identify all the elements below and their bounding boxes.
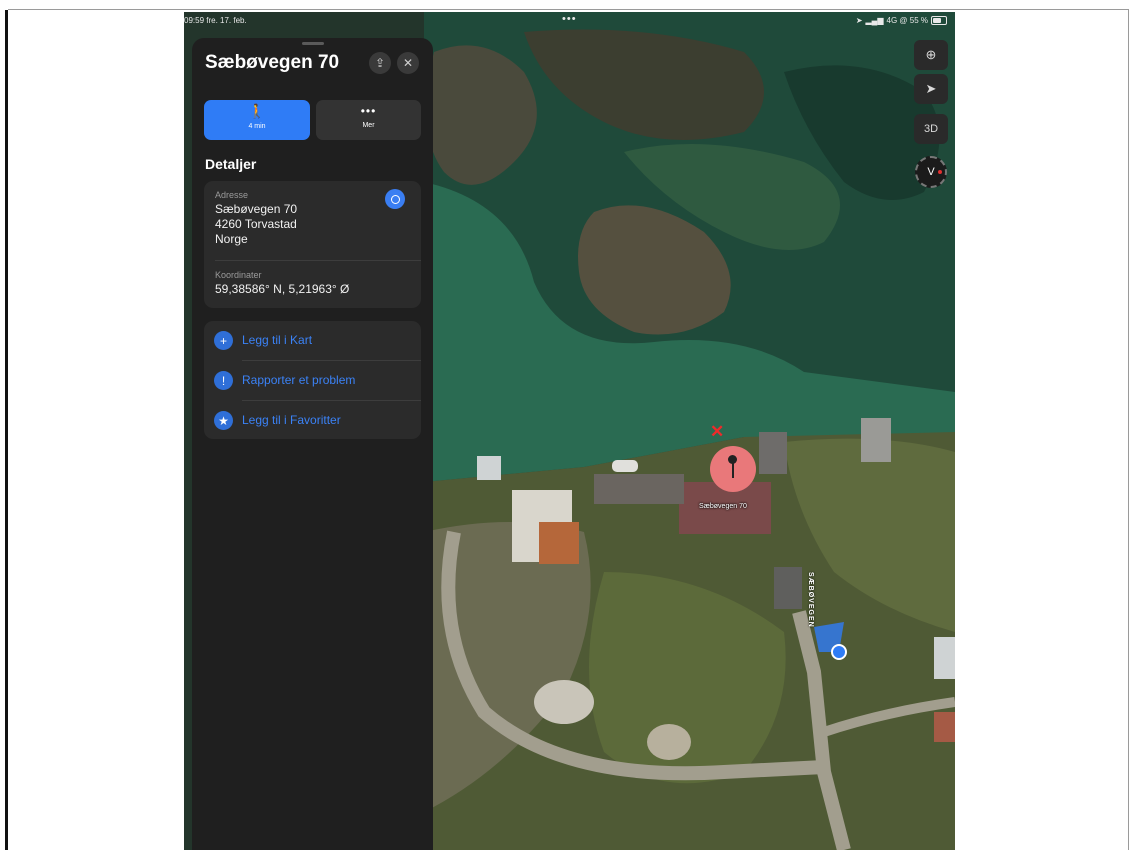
place-title: Sæbøvegen 70 xyxy=(205,52,340,73)
place-card-panel: Sæbøvegen 70 ⇪ ✕ 🚶 4 min ••• Mer Detalje… xyxy=(192,38,433,850)
ipad-screen: 09:59 fre. 17. feb. ••• ➤ ▂▄▆ 4G @ 55 % … xyxy=(184,12,955,850)
add-to-maps-action[interactable]: + Legg til i Kart xyxy=(204,321,421,359)
add-to-maps-label: Legg til i Kart xyxy=(242,333,313,347)
status-time-date: 09:59 fre. 17. feb. xyxy=(184,16,247,25)
walk-icon: 🚶 xyxy=(248,103,266,119)
close-icon: ✕ xyxy=(402,56,414,70)
three-d-button[interactable]: 3D xyxy=(914,114,948,144)
walk-directions-button[interactable]: 🚶 4 min xyxy=(204,100,310,140)
signal-icon: ▂▄▆ xyxy=(865,16,884,25)
share-icon: ⇪ xyxy=(374,56,386,70)
address-label: Adresse xyxy=(215,190,249,200)
screenshot-border-left xyxy=(5,10,8,850)
address-line-2[interactable]: 4260 Torvastad xyxy=(215,217,297,232)
add-favorite-label: Legg til i Favoritter xyxy=(242,413,341,427)
share-button[interactable]: ⇪ xyxy=(369,52,391,74)
location-arrow-icon: ➤ xyxy=(855,16,863,25)
add-favorite-action[interactable]: ★ Legg til i Favoritter xyxy=(204,401,421,439)
walk-duration: 4 min xyxy=(248,123,266,130)
more-button[interactable]: ••• Mer xyxy=(316,100,421,140)
plus-icon: + xyxy=(214,331,233,350)
directions-icon xyxy=(390,194,400,204)
details-heading: Detaljer xyxy=(205,156,257,172)
details-card: Adresse Sæbøvegen 70 4260 Torvastad Norg… xyxy=(204,181,421,308)
pin-stick xyxy=(732,462,734,478)
compass[interactable]: V xyxy=(915,156,947,188)
network-battery-text: 4G @ 55 % xyxy=(886,16,928,25)
screenshot-border-top xyxy=(8,9,1129,10)
star-icon: ★ xyxy=(214,411,233,430)
multitasking-dots[interactable]: ••• xyxy=(562,13,577,25)
location-pin[interactable] xyxy=(710,446,756,492)
compass-needle-icon xyxy=(938,170,942,174)
pin-label: Sæbøvegen 70 xyxy=(699,503,747,510)
map-mode-button[interactable]: ⊕ xyxy=(914,40,948,70)
battery-icon xyxy=(931,16,947,25)
x-marker-icon: ✕ xyxy=(710,422,725,441)
details-divider xyxy=(215,260,421,261)
compass-letter: V xyxy=(927,166,935,178)
status-bar: 09:59 fre. 17. feb. ••• ➤ ▂▄▆ 4G @ 55 % xyxy=(184,12,955,30)
road-label: SÆBØVEGEN xyxy=(807,572,814,628)
actions-card: + Legg til i Kart ! Rapporter et problem… xyxy=(204,321,421,439)
directions-button[interactable] xyxy=(385,189,405,209)
user-location-dot xyxy=(831,644,847,660)
coordinates-value[interactable]: 59,38586° N, 5,21963° Ø xyxy=(215,282,349,297)
exclamation-icon: ! xyxy=(214,371,233,390)
close-button[interactable]: ✕ xyxy=(397,52,419,74)
current-location-button[interactable]: ➤ xyxy=(914,74,948,104)
report-problem-action[interactable]: ! Rapporter et problem xyxy=(204,361,421,399)
status-right: ➤ ▂▄▆ 4G @ 55 % xyxy=(856,16,947,25)
coordinates-label: Koordinater xyxy=(215,270,262,280)
panel-grabber[interactable] xyxy=(302,42,324,45)
address-line-1[interactable]: Sæbøvegen 70 xyxy=(215,202,297,217)
ellipsis-icon: ••• xyxy=(360,104,377,118)
more-label: Mer xyxy=(362,122,375,129)
location-arrow-icon: ➤ xyxy=(925,81,937,96)
globe-icon: ⊕ xyxy=(925,47,937,62)
report-problem-label: Rapporter et problem xyxy=(242,373,356,387)
address-line-3[interactable]: Norge xyxy=(215,232,248,247)
